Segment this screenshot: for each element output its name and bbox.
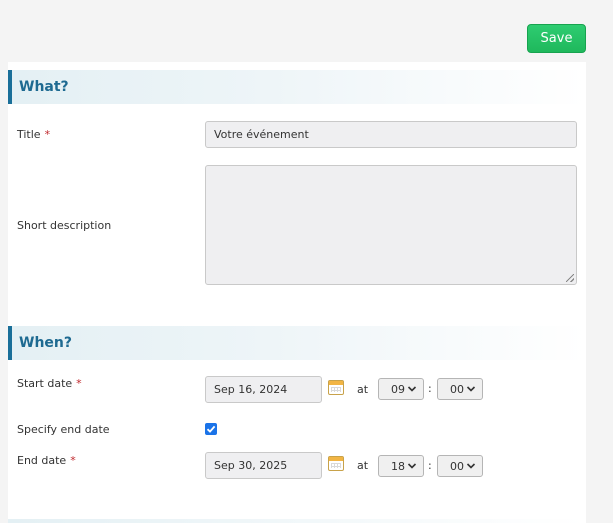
save-button[interactable]: Save [527,24,586,53]
short-description-textarea[interactable] [205,165,577,285]
section-title-what: What? [19,79,69,95]
specify-end-date-label: Specify end date [17,423,110,436]
calendar-icon[interactable] [328,380,344,395]
end-hour-select[interactable]: 18 [378,455,424,477]
chevron-down-icon [407,463,417,469]
section-title-when: When? [19,335,72,351]
event-form-panel: What? Title * Votre événement Short descr… [8,62,586,523]
chevron-down-icon [466,463,476,469]
required-marker: * [76,377,82,390]
specify-end-date-checkbox[interactable] [205,423,217,435]
end-date-label: End date * [17,454,76,467]
chevron-down-icon [407,386,417,392]
end-minute-select[interactable]: 00 [437,455,483,477]
chevron-down-icon [466,386,476,392]
required-marker: * [44,128,51,141]
time-separator: : [428,382,432,395]
resize-grip-icon[interactable] [566,274,574,282]
section-header-what: What? [8,70,586,104]
title-label: Title * [17,128,51,141]
start-date-label: Start date * [17,377,82,390]
title-input[interactable]: Votre événement [205,121,577,148]
time-separator: : [428,459,432,472]
next-section-header-edge [8,519,586,523]
start-date-input[interactable]: Sep 16, 2024 [205,376,322,403]
end-at-label: at [357,459,369,472]
start-minute-select[interactable]: 00 [437,378,483,400]
required-marker: * [70,454,76,467]
calendar-icon[interactable] [328,456,344,471]
check-icon [206,425,216,433]
end-date-input[interactable]: Sep 30, 2025 [205,452,322,479]
short-description-label: Short description [17,219,112,232]
section-header-when: When? [8,326,586,360]
start-hour-select[interactable]: 09 [378,378,424,400]
start-at-label: at [357,383,369,396]
